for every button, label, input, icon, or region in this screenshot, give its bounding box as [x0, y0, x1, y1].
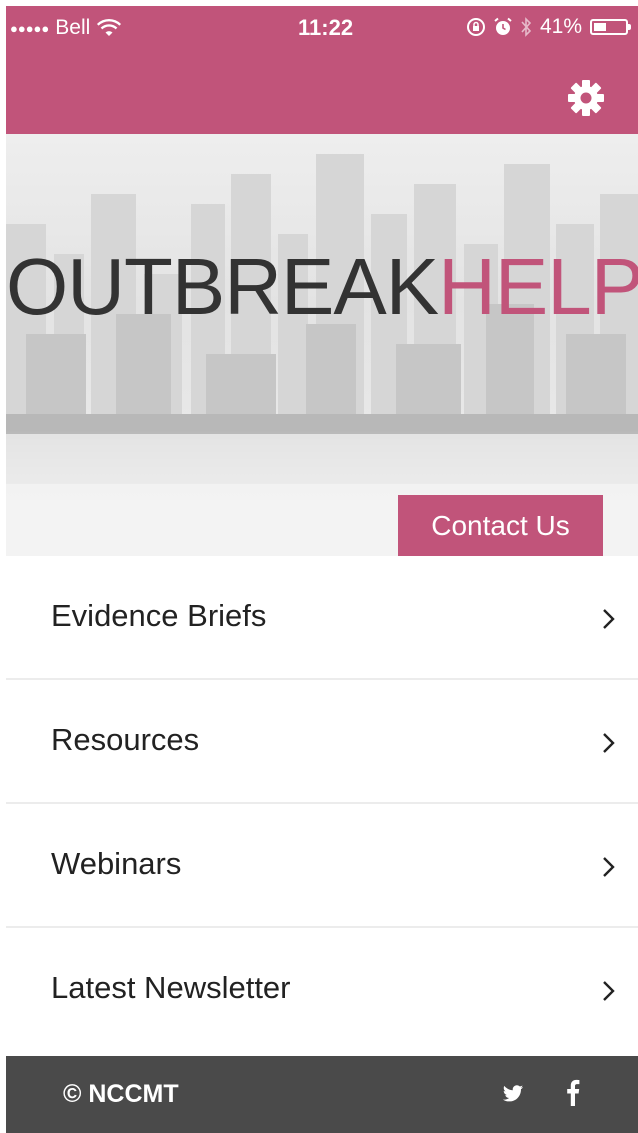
contact-us-button[interactable]: Contact Us	[398, 495, 603, 556]
battery-fill	[594, 23, 606, 31]
settings-button[interactable]	[566, 78, 606, 118]
menu-item-webinars[interactable]: Webinars	[6, 804, 638, 928]
menu-item-latest-newsletter[interactable]: Latest Newsletter	[6, 928, 638, 1052]
chevron-right-icon	[603, 733, 615, 753]
facebook-icon[interactable]	[566, 1078, 580, 1106]
chevron-right-icon	[603, 981, 615, 1001]
brand-outbreak: OUTBREAK	[6, 242, 439, 331]
status-left: ●●●●● Bell	[10, 16, 122, 40]
status-right: 41%	[466, 15, 631, 39]
main-menu: Evidence Briefs Resources Webinars Lates…	[6, 556, 638, 1052]
copyright-text: © NCCMT	[63, 1080, 179, 1108]
bluetooth-icon	[521, 17, 532, 37]
menu-item-resources[interactable]: Resources	[6, 680, 638, 804]
menu-item-evidence-briefs[interactable]: Evidence Briefs	[6, 556, 638, 680]
wifi-icon	[97, 18, 122, 36]
gear-icon	[568, 80, 604, 116]
app-logo-text: OUTBREAKHELP	[6, 242, 638, 332]
alarm-icon	[494, 17, 512, 35]
menu-item-label: Resources	[51, 722, 200, 757]
status-bar: ●●●●● Bell 11:22 41%	[6, 6, 638, 50]
battery-percent: 41%	[539, 15, 582, 38]
menu-item-label: Evidence Briefs	[51, 598, 267, 633]
signal-strength: ●●●●●	[10, 20, 50, 36]
brand-help: HELP	[438, 242, 638, 331]
twitter-icon[interactable]	[502, 1084, 524, 1104]
city-skyline-image	[6, 134, 638, 556]
hero-banner: OUTBREAKHELP Contact Us	[6, 134, 638, 556]
app-screen: ●●●●● Bell 11:22 41% OUTBREAKHELP Contac…	[0, 0, 638, 1133]
menu-item-label: Webinars	[51, 846, 182, 881]
menu-item-label: Latest Newsletter	[51, 970, 291, 1005]
battery-icon	[590, 19, 631, 35]
status-time: 11:22	[298, 15, 354, 40]
carrier-name: Bell	[55, 16, 91, 39]
app-footer: © NCCMT	[6, 1056, 638, 1133]
rotation-lock-icon	[466, 18, 485, 36]
chevron-right-icon	[603, 609, 615, 629]
app-header: ●●●●● Bell 11:22 41%	[6, 6, 638, 134]
chevron-right-icon	[603, 857, 615, 877]
